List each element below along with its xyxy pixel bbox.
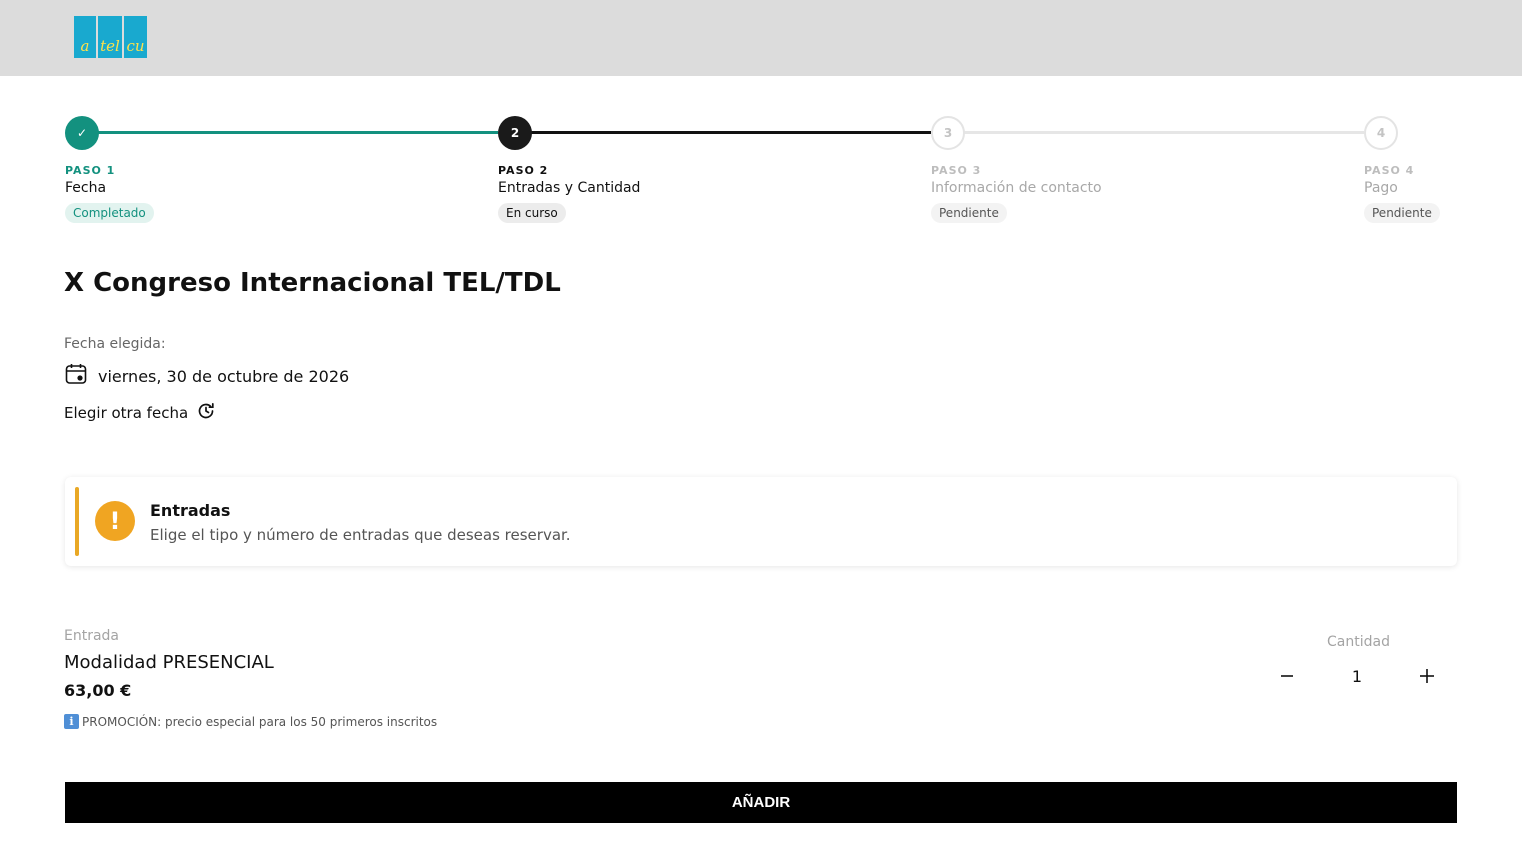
choose-other-date-link[interactable]: Elegir otra fecha: [64, 401, 216, 425]
top-header: a tel cu: [0, 0, 1522, 76]
step-name: Información de contacto: [931, 180, 1102, 196]
notice-title: Entradas: [150, 501, 231, 520]
logo-tile: tel: [98, 16, 122, 58]
quantity-value[interactable]: 1: [1352, 667, 1362, 686]
step-number-label: PASO 3: [931, 164, 982, 177]
atelcu-logo[interactable]: a tel cu: [74, 16, 147, 58]
checkout-stepper: ✓ PASO 1 Fecha Completado 2 PASO 2 Entra…: [65, 116, 1457, 236]
notice-accent-bar: [75, 487, 79, 556]
tickets-notice-card: ! Entradas Elige el tipo y número de ent…: [65, 477, 1457, 566]
quantity-stepper: 1: [1270, 660, 1444, 692]
status-badge: En curso: [498, 203, 566, 223]
step-circle: 4: [1364, 116, 1398, 150]
decrease-quantity-button[interactable]: [1270, 660, 1304, 692]
step-1[interactable]: ✓ PASO 1 Fecha Completado: [65, 116, 365, 223]
warning-icon: !: [95, 501, 135, 541]
plus-icon: [1420, 669, 1434, 683]
status-badge: Pendiente: [1364, 203, 1440, 223]
date-label: Fecha elegida:: [64, 336, 166, 352]
event-title: X Congreso Internacional TEL/TDL: [64, 268, 561, 298]
selected-date-value: viernes, 30 de octubre de 2026: [98, 366, 350, 386]
calendar-icon: [64, 362, 88, 390]
step-circle: 3: [931, 116, 965, 150]
step-number-label: PASO 1: [65, 164, 116, 177]
checkmark-icon: ✓: [65, 116, 99, 150]
promo-text: PROMOCIÓN: precio especial para los 50 p…: [82, 714, 438, 729]
quantity-label: Cantidad: [1327, 634, 1390, 650]
step-circle: 2: [498, 116, 532, 150]
selected-date: viernes, 30 de octubre de 2026: [64, 362, 349, 390]
step-name: Pago: [1364, 180, 1398, 196]
ticket-promo: i PROMOCIÓN: precio especial para los 50…: [64, 714, 437, 729]
history-clock-icon: [196, 401, 216, 425]
minus-icon: [1281, 675, 1293, 677]
increase-quantity-button[interactable]: [1410, 660, 1444, 692]
ticket-name: Modalidad PRESENCIAL: [64, 652, 274, 673]
ticket-price: 63,00 €: [64, 681, 132, 700]
logo-tile: a: [74, 16, 96, 58]
step-number-label: PASO 4: [1364, 164, 1415, 177]
step-2: 2 PASO 2 Entradas y Cantidad En curso: [498, 116, 798, 223]
step-name: Entradas y Cantidad: [498, 180, 641, 196]
ticket-column-label: Entrada: [64, 628, 120, 644]
step-4: 4 PASO 4 Pago Pendiente: [1364, 116, 1522, 223]
status-badge: Completado: [65, 203, 154, 223]
step-3: 3 PASO 3 Información de contacto Pendien…: [931, 116, 1231, 223]
step-name: Fecha: [65, 180, 107, 196]
notice-text: Elige el tipo y número de entradas que d…: [150, 526, 571, 544]
info-icon: i: [64, 714, 79, 729]
status-badge: Pendiente: [931, 203, 1007, 223]
add-button[interactable]: AÑADIR: [65, 782, 1457, 823]
logo-tile: cu: [124, 16, 147, 58]
step-number-label: PASO 2: [498, 164, 549, 177]
change-date-label: Elegir otra fecha: [64, 404, 189, 422]
